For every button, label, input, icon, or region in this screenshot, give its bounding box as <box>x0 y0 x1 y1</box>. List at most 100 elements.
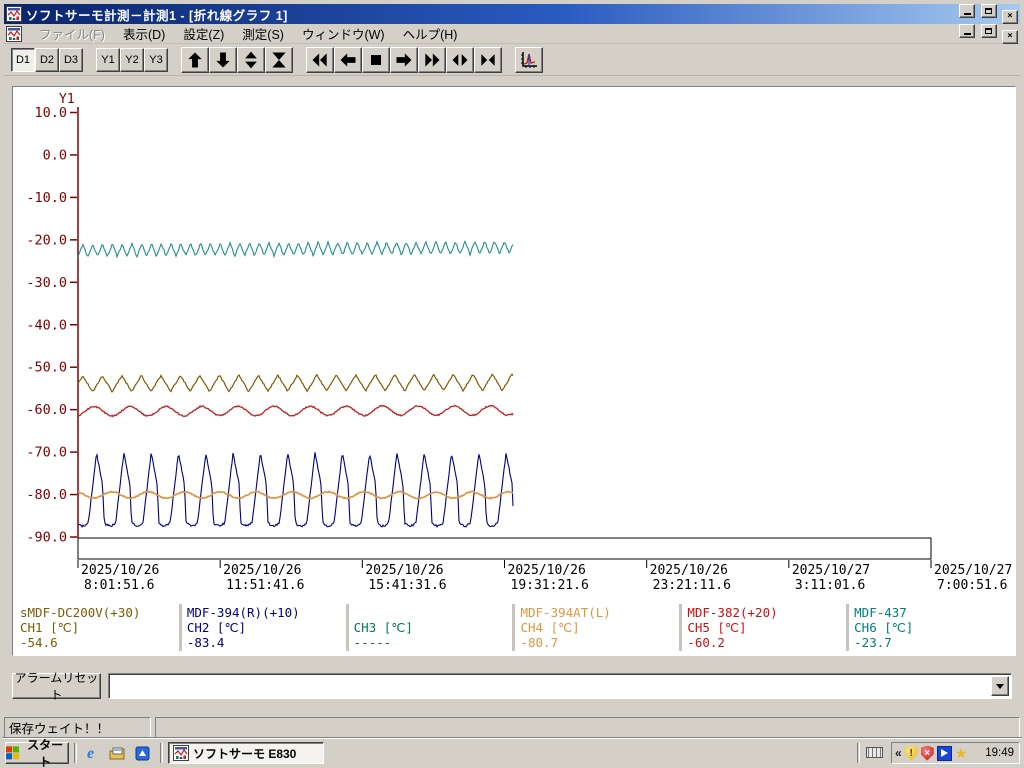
start-label: スタート <box>27 738 64 768</box>
toolbar-fast-rewind-button[interactable] <box>306 46 334 73</box>
application-window: ソフトサーモ計測－計測1 - [折れ線グラフ 1] × ファイル(F) 表示(D)… <box>0 0 1024 768</box>
series-ch1 <box>77 373 514 393</box>
child-window-controls: × <box>958 23 1018 44</box>
toolbar-button-y1[interactable]: Y1 <box>96 47 120 72</box>
y-tick-label: -50.0 <box>26 360 67 376</box>
legend-channel: CH2 [℃] <box>186 620 247 635</box>
keyboard-layout-icon[interactable] <box>866 747 883 758</box>
toolbar-graph-settings-button[interactable] <box>515 46 543 73</box>
close-icon[interactable]: × <box>1002 10 1018 24</box>
y-tick-label: -70.0 <box>26 445 67 461</box>
menu-item-file[interactable]: ファイル(F) <box>30 22 114 45</box>
menu-item-measure[interactable]: 測定(S) <box>233 22 293 45</box>
toolbar-expand-horizontal-button[interactable] <box>446 46 474 73</box>
legend-name: MDF-437 <box>854 605 907 620</box>
tray-clock[interactable]: 19:49 <box>985 747 1016 759</box>
y-tick-label: 0.0 <box>43 147 67 163</box>
y-tick-label: -80.0 <box>26 487 67 503</box>
series-ch4 <box>77 490 514 500</box>
legend-value: ----- <box>353 635 392 650</box>
toolbar-group <box>515 46 543 73</box>
legend-name: MDF-394(R)(+10) <box>186 605 300 620</box>
security-warning-shield-icon[interactable]: ! <box>904 745 918 761</box>
alarm-combobox[interactable] <box>108 673 1012 699</box>
show-desktop-icon[interactable] <box>108 745 125 762</box>
internet-explorer-icon[interactable]: e <box>82 745 99 762</box>
series-ch5 <box>77 404 514 418</box>
menu-item-window[interactable]: ウィンドウ(W) <box>293 22 394 45</box>
y-tick-label: -60.0 <box>26 402 67 418</box>
status-text: 保存ウェイト！！ <box>9 722 110 736</box>
outlook-icon[interactable] <box>134 745 151 762</box>
toolbar-scroll-up-button[interactable] <box>181 46 209 73</box>
app-icon <box>6 6 22 22</box>
legend-channel: CH3 [℃] <box>353 620 413 635</box>
toolbar-compress-horizontal-button[interactable] <box>474 46 502 73</box>
menu-bar: ファイル(F) 表示(D) 設定(Z) 測定(S) ウィンドウ(W) ヘルプ(H) × <box>4 22 1020 45</box>
toolbar-scroll-down-button[interactable] <box>209 46 237 73</box>
document-icon[interactable] <box>6 25 22 42</box>
combo-dropdown-button[interactable] <box>991 676 1009 696</box>
x-tick-date: 2025/10/26 <box>508 563 586 578</box>
hourglass-icon <box>272 52 286 67</box>
alarm-reset-button[interactable]: アラームリセット <box>12 671 101 702</box>
toolbar-button-y3[interactable]: Y3 <box>144 47 168 72</box>
minimize-icon[interactable] <box>959 4 976 18</box>
menu-items: ファイル(F) 表示(D) 設定(Z) 測定(S) ウィンドウ(W) ヘルプ(H) <box>30 22 958 45</box>
child-restore-icon[interactable] <box>980 23 997 38</box>
toolbar-button-y2[interactable]: Y2 <box>120 47 144 72</box>
toolbar-expand-vertical-button[interactable] <box>237 46 265 73</box>
y-tick-label: 10.0 <box>34 105 67 121</box>
legend-value: -80.7 <box>520 635 559 650</box>
restore-icon[interactable] <box>980 4 997 18</box>
menu-item-view[interactable]: 表示(D) <box>114 22 174 45</box>
toolbar: D1 D2 D3 Y1 Y2 Y3 <box>4 44 1020 76</box>
legend-value: -83.4 <box>186 635 225 650</box>
toolbar-compress-vertical-button[interactable] <box>265 46 293 73</box>
updates-star-icon[interactable]: ★ <box>955 746 968 760</box>
media-player-icon[interactable] <box>936 745 952 761</box>
toolbar-group: Y1 Y2 Y3 <box>96 47 168 72</box>
x-tick-date: 2025/10/26 <box>365 563 443 578</box>
legend-cell-ch2: MDF-394(R)(+10) CH2 [℃] -83.4 <box>181 604 346 651</box>
chevron-down-icon <box>996 683 1004 689</box>
legend-cell-ch5: MDF-382(+20) CH5 [℃] -60.2 <box>682 604 847 651</box>
menu-item-help[interactable]: ヘルプ(H) <box>394 22 467 45</box>
legend-channel: CH6 [℃] <box>854 620 914 635</box>
legend-channel: CH4 [℃] <box>520 620 580 635</box>
toolbar-button-d2[interactable]: D2 <box>35 47 59 72</box>
toolbar-fast-forward-button[interactable] <box>418 46 446 73</box>
toolbar-button-d3[interactable]: D3 <box>59 47 83 72</box>
series-ch2 <box>77 452 514 528</box>
toolbar-button-d1[interactable]: D1 <box>11 47 35 72</box>
menu-item-setting[interactable]: 設定(Z) <box>174 22 233 45</box>
child-close-icon[interactable]: × <box>1002 29 1018 44</box>
toolbar-step-right-button[interactable] <box>390 46 418 73</box>
security-error-shield-icon[interactable]: × <box>920 745 934 761</box>
client-area: Y1 10.0 0.0 -10.0 -20.0 -30.0 -40.0 -50.0 -60.0-… <box>4 77 1020 714</box>
tray-chevron-icon[interactable]: « <box>895 746 902 760</box>
legend-cell-ch3: CH3 [℃] ----- <box>348 604 513 651</box>
triangles-out-icon <box>452 53 468 66</box>
status-bar: 保存ウェイト！！ <box>4 715 1020 740</box>
toolbar-group: D1 D2 D3 <box>11 47 83 72</box>
line-chart: Y110.00.0-10.0-20.0-30.0-40.0-50.0-60.0-… <box>26 92 1012 593</box>
start-button[interactable]: スタート <box>5 738 69 768</box>
window-title: ソフトサーモ計測－計測1 - [折れ線グラフ 1] <box>26 8 288 23</box>
toolbar-group <box>306 46 502 73</box>
arrow-right-icon <box>396 52 412 67</box>
arrows-up-down-icon <box>245 51 257 68</box>
toolbar-step-left-button[interactable] <box>334 46 362 73</box>
time-range-box[interactable] <box>77 537 932 560</box>
legend-cell-ch6: MDF-437 CH6 [℃] -23.7 <box>849 604 1013 651</box>
x-tick-date: 2025/10/26 <box>81 563 159 578</box>
legend-value: -60.2 <box>687 635 725 650</box>
task-button-softthermo[interactable]: ソフトサーモ E830 <box>168 742 324 764</box>
taskbar-separator <box>857 743 860 763</box>
toolbar-stop-button[interactable] <box>362 46 390 73</box>
legend-name: sMDF-DC200V(+30) <box>20 605 141 620</box>
child-minimize-icon[interactable] <box>959 23 976 38</box>
x-tick-time: 7:00:51.6 <box>937 578 1007 593</box>
legend-channel: CH1 [℃] <box>20 620 80 635</box>
x-tick-time: 19:31:21.6 <box>511 578 589 593</box>
